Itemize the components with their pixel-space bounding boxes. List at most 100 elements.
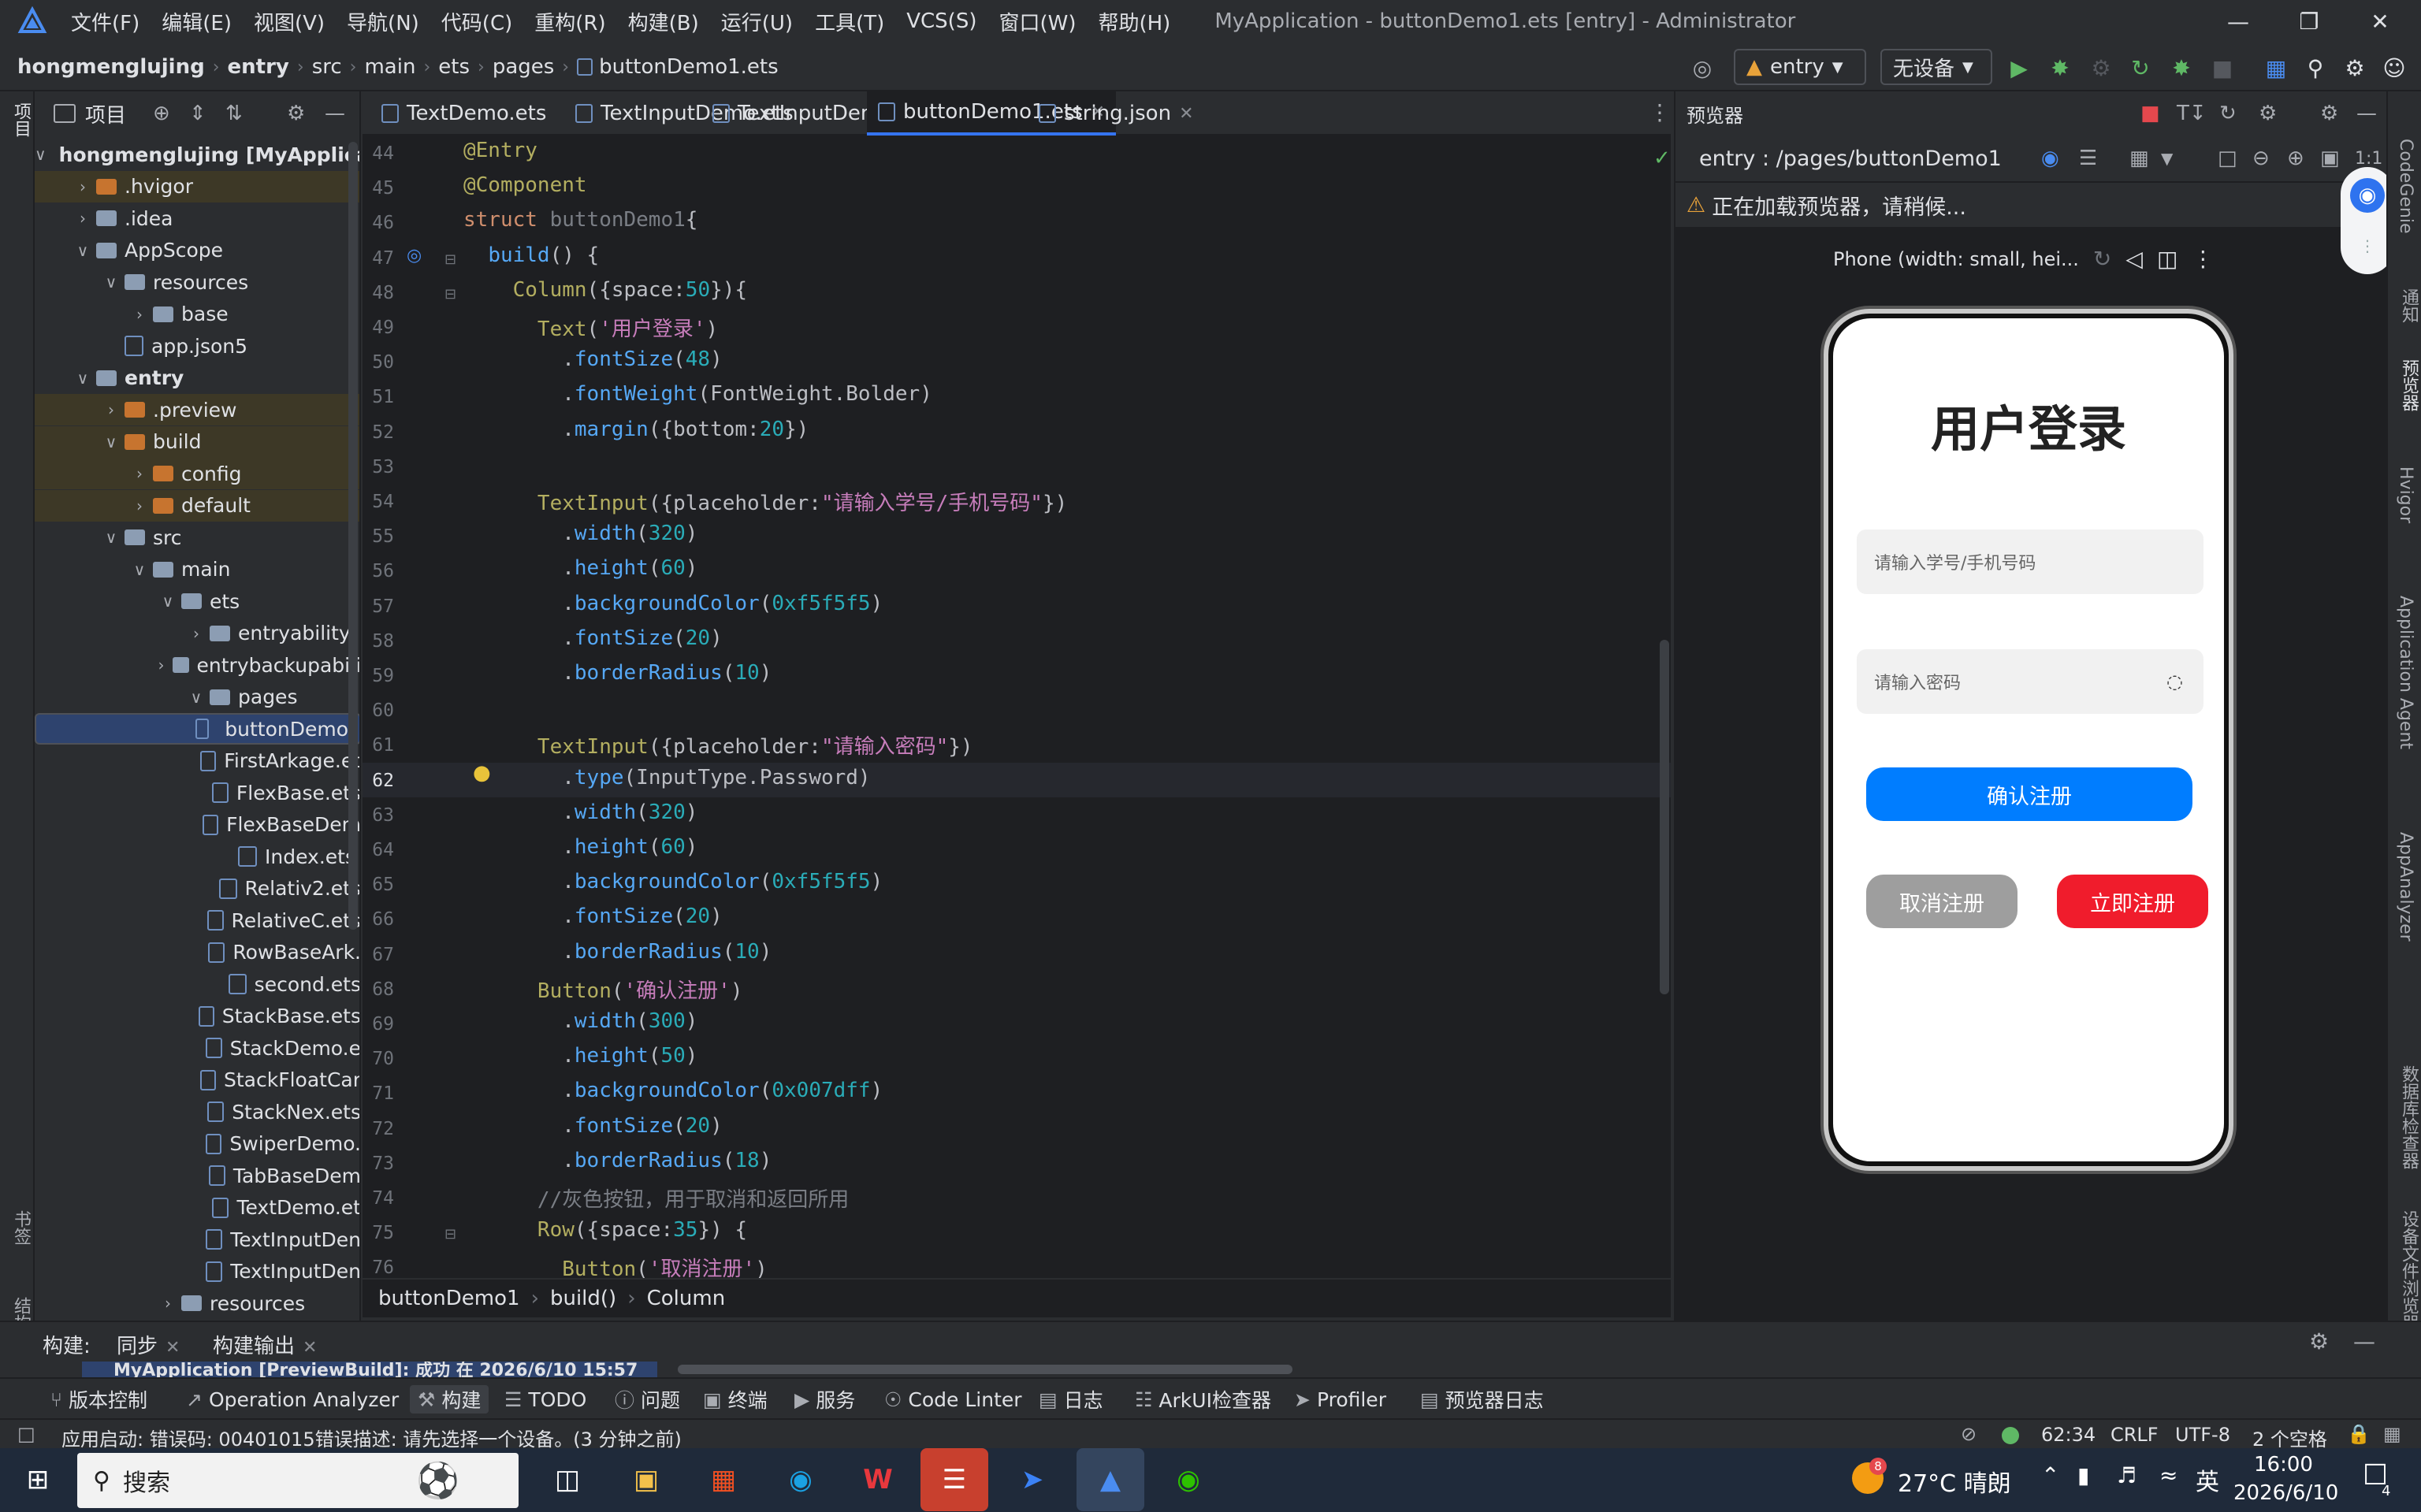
menu-item[interactable]: 运行(U) (721, 7, 793, 36)
project-structure-icon[interactable]: ▦ (2262, 54, 2290, 82)
code-line[interactable]: .backgroundColor(0x007dff) (463, 1079, 883, 1102)
debug-icon[interactable]: ✸ (2046, 54, 2074, 82)
tree-item[interactable]: › entryability (35, 618, 359, 649)
taskbar-search[interactable]: ⚲ 搜索 ⚽ (77, 1453, 519, 1508)
tree-item[interactable]: ∨ ets (35, 585, 359, 617)
tool-window-button[interactable]: ▣ 终端 (703, 1385, 768, 1414)
tree-item[interactable]: ∨ AppScope (35, 235, 359, 266)
chevron-down-icon[interactable]: ∨ (159, 592, 177, 611)
attach-debugger-icon[interactable]: ⚙ (2087, 54, 2115, 82)
menu-item[interactable]: 代码(C) (441, 7, 512, 36)
chevron-right-icon[interactable]: › (74, 177, 91, 196)
status-message[interactable]: 应用启动: 错误码: 00401015错误描述: 请先选择一个设备。(3 分钟之… (61, 1424, 682, 1451)
run-icon[interactable]: ▶ (2005, 54, 2033, 82)
rotate-icon[interactable]: ↻ (2093, 246, 2111, 272)
gear-icon[interactable]: ⚙ (287, 102, 305, 125)
chevron-down-icon[interactable]: ∨ (74, 369, 91, 388)
code-line[interactable]: .backgroundColor(0xf5f5f5) (463, 870, 883, 893)
cancel-register-button[interactable]: 取消注册 (1866, 875, 2018, 928)
tree-item[interactable]: ∨ pages (35, 682, 359, 713)
appanalyzer-tool-button[interactable]: AppAnalyzer (2396, 832, 2415, 942)
code-line[interactable]: .backgroundColor(0xf5f5f5) (463, 592, 883, 615)
multi-device-icon[interactable]: ▦ (2129, 147, 2149, 170)
tree-item[interactable]: RowBaseArk. (35, 937, 359, 968)
tree-item[interactable]: ∨ entry (35, 362, 359, 394)
chevron-right-icon[interactable]: › (131, 496, 148, 515)
menu-item[interactable]: 导航(N) (347, 7, 419, 36)
reload-icon[interactable]: ↻ (2126, 54, 2155, 82)
tree-scrollbar[interactable] (348, 142, 358, 930)
input-language[interactable]: 英 (2196, 1462, 2219, 1497)
account-icon[interactable]: ☺ (2380, 54, 2408, 82)
chevron-down-icon[interactable]: ∨ (102, 433, 120, 451)
tool-window-button[interactable]: ➤ Profiler (1294, 1385, 1386, 1414)
hide-panel-icon[interactable]: — (325, 102, 345, 125)
tree-item[interactable]: › .idea (35, 202, 359, 234)
chevron-right-icon[interactable]: › (74, 209, 91, 228)
profile-icon[interactable]: ✸ (2167, 54, 2196, 82)
build-output-tab[interactable]: 构建输出 ✕ (213, 1330, 317, 1359)
tool-window-button[interactable]: ▤ 预览器日志 (1420, 1385, 1544, 1414)
code-line[interactable]: .borderRadius(10) (463, 661, 772, 685)
tree-item[interactable]: ∨ src (35, 522, 359, 553)
tree-item[interactable]: StackDemo.e (35, 1032, 359, 1064)
layers-icon[interactable]: ☰ (2079, 147, 2097, 170)
restore-button[interactable]: ❐ (2285, 5, 2333, 38)
codegenie-tool-button[interactable]: CodeGenie (2396, 139, 2415, 234)
gear-icon[interactable]: ⚙ (2309, 1328, 2329, 1354)
fold-icon[interactable]: ⊟ (444, 1226, 456, 1243)
chevron-right-icon[interactable]: › (188, 624, 205, 643)
no-analysis-icon[interactable]: ⊘ (1961, 1423, 1977, 1445)
menu-item[interactable]: 构建(B) (628, 7, 699, 36)
code-line[interactable]: .fontSize(20) (463, 1114, 723, 1138)
code-line[interactable]: Button('确认注册') (463, 975, 743, 1004)
locate-icon[interactable]: ⊕ (153, 102, 170, 125)
notifications-tool-button[interactable]: 通知 (2396, 288, 2421, 323)
fold-icon[interactable]: ⊟ (444, 286, 456, 303)
code-line[interactable]: .height(60) (463, 556, 697, 580)
tree-item[interactable]: ∨ resources (35, 266, 359, 298)
tree-item[interactable]: StackFloatCar (35, 1064, 359, 1096)
status-panel-icon[interactable]: □ (17, 1423, 35, 1445)
hvigor-tool-button[interactable]: Hvigor (2396, 466, 2415, 523)
windows-start-icon[interactable]: ⊞ (13, 1454, 63, 1505)
target-icon[interactable]: ◎ (1688, 54, 1716, 82)
tree-item[interactable]: ∨ main (35, 554, 359, 585)
tree-item[interactable]: ∨ hongmenglujing [MyApplicatio (35, 139, 359, 170)
tree-item[interactable]: FirstArkage.et (35, 745, 359, 777)
text-style-icon[interactable]: T↧ (2177, 102, 2207, 125)
menu-item[interactable]: 工具(T) (815, 7, 884, 36)
fold-icon[interactable]: ⊟ (444, 251, 456, 268)
code-line[interactable]: .width(320) (463, 801, 697, 824)
wifi-icon[interactable]: ≈ (2159, 1462, 2177, 1488)
code-line[interactable]: .width(300) (463, 1009, 697, 1033)
code-breadcrumb-item[interactable]: build() (550, 1287, 616, 1310)
breadcrumb-item[interactable]: hongmenglujing (17, 55, 205, 79)
collapse-all-icon[interactable]: ⇅ (225, 102, 243, 125)
back-icon[interactable]: ◁ (2125, 246, 2143, 272)
chevron-right-icon[interactable]: › (159, 1294, 177, 1313)
tree-item[interactable]: TextDemo.et (35, 1192, 359, 1224)
student-id-input[interactable]: 请输入学号/手机号码 (1857, 529, 2203, 594)
codegenie-icon[interactable]: ◉ (2350, 178, 2385, 213)
breadcrumb-item[interactable]: entry (228, 55, 289, 79)
tree-item[interactable]: RelativeC.ets (35, 905, 359, 936)
menu-item[interactable]: 编辑(E) (162, 7, 232, 36)
password-input[interactable]: 请输入密码 ◌ (1857, 649, 2203, 714)
code-line[interactable]: .fontSize(20) (463, 905, 723, 928)
zoom-out-icon[interactable]: ⊖ (2252, 147, 2270, 170)
wps-icon[interactable]: W (853, 1454, 903, 1505)
wechat-icon[interactable]: ◉ (1163, 1454, 1214, 1505)
breadcrumb-item[interactable]: src (312, 55, 342, 79)
tree-item[interactable]: TextInputDen (35, 1256, 359, 1287)
menu-item[interactable]: 重构(R) (534, 7, 605, 36)
task-view-icon[interactable]: ◫ (542, 1454, 593, 1505)
bookmarks-tool-button[interactable]: 书签 (8, 1210, 33, 1245)
stop-icon[interactable]: ■ (2208, 54, 2237, 82)
code-line[interactable]: .width(320) (463, 522, 697, 545)
code-line[interactable]: //灰色按钮，用于取消和返回所用 (463, 1183, 849, 1213)
breadcrumb-item[interactable]: main (364, 55, 415, 79)
code-line[interactable]: .fontWeight(FontWeight.Bolder) (463, 382, 932, 406)
code-line[interactable]: Column({space:50}){ (463, 278, 747, 302)
breadcrumb-item[interactable]: ets (438, 55, 470, 79)
